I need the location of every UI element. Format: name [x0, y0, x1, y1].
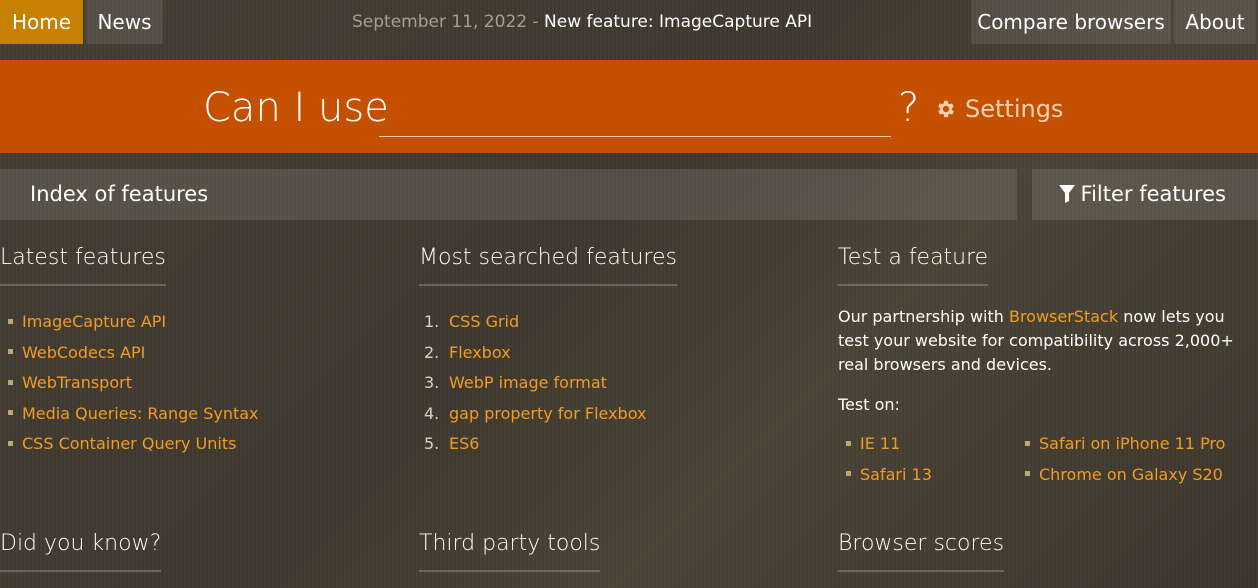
rank-number: 3. [424, 373, 440, 392]
bullet-icon [8, 318, 13, 324]
nav-news[interactable]: News [86, 0, 163, 44]
announcement-separator: - [532, 12, 539, 32]
feature-link[interactable]: WebTransport [22, 373, 132, 392]
list-item: Media Queries: Range Syntax [0, 399, 259, 430]
rank-number: 5. [424, 434, 440, 453]
settings-button[interactable]: Settings [935, 95, 1063, 123]
nav-home[interactable]: Home [0, 0, 83, 44]
settings-label: Settings [965, 95, 1064, 123]
rank-number: 1. [424, 312, 440, 331]
test-browsers-right: Safari on iPhone 11 Pro Chrome on Galaxy… [1017, 429, 1225, 490]
list-item: 3. WebP image format [424, 368, 646, 399]
partnership-text-before: Our partnership with [838, 307, 1009, 326]
latest-features-heading: Latest features [0, 245, 166, 286]
feature-link[interactable]: ImageCapture API [22, 312, 166, 331]
most-searched-list: 1. CSS Grid 2. Flexbox 3. WebP image format… [424, 307, 646, 460]
list-item: Chrome on Galaxy S20 [1017, 460, 1225, 491]
list-item: CSS Container Query Units [0, 429, 259, 460]
bullet-icon [1025, 440, 1030, 446]
list-item: WebTransport [0, 368, 259, 399]
test-browsers-left: IE 11 Safari 13 [838, 429, 932, 490]
nav-about[interactable]: About [1174, 0, 1256, 44]
list-item: 2. Flexbox [424, 338, 646, 369]
list-item: WebCodecs API [0, 338, 259, 369]
top-nav: Home News September 11, 2022 - New featu… [0, 0, 1258, 44]
list-item: Safari 13 [838, 460, 932, 491]
most-searched-heading: Most searched features [419, 245, 677, 286]
announcement-date: September 11, 2022 [352, 12, 528, 32]
test-on-label: Test on: [838, 395, 900, 414]
bullet-icon [8, 379, 13, 385]
index-of-features[interactable]: Index of features [0, 169, 1017, 220]
bullet-icon [8, 440, 13, 446]
latest-features-list: ImageCapture API WebCodecs API WebTransp… [0, 307, 259, 460]
bullet-icon [8, 410, 13, 415]
filter-label: Filter features [1080, 182, 1226, 206]
feature-link[interactable]: gap property for Flexbox [449, 404, 646, 423]
list-item: 1. CSS Grid [424, 307, 646, 338]
did-you-know-heading: Did you know? [0, 531, 162, 572]
feature-link[interactable]: WebP image format [449, 373, 607, 392]
announcement-feature[interactable]: New feature: ImageCapture API [544, 12, 812, 32]
browser-test-link[interactable]: Safari on iPhone 11 Pro [1039, 434, 1225, 453]
feature-link[interactable]: CSS Container Query Units [22, 434, 236, 453]
partnership-text: Our partnership with BrowserStack now le… [838, 305, 1248, 377]
feature-link[interactable]: ES6 [449, 434, 479, 453]
rank-number: 2. [424, 342, 440, 362]
bullet-icon [846, 471, 851, 476]
list-item: 5. ES6 [424, 429, 646, 460]
list-item: Safari on iPhone 11 Pro [1017, 429, 1225, 460]
index-title: Index of features [30, 182, 209, 206]
feature-link[interactable]: CSS Grid [449, 312, 519, 331]
search-prefix: Can I use [203, 85, 389, 131]
list-item: IE 11 [838, 429, 932, 460]
nav-compare-browsers[interactable]: Compare browsers [971, 0, 1171, 44]
browser-test-link[interactable]: IE 11 [860, 434, 900, 453]
browser-test-link[interactable]: Safari 13 [860, 465, 932, 484]
search-suffix: ? [898, 85, 920, 131]
feature-link[interactable]: WebCodecs API [22, 343, 145, 362]
test-feature-heading: Test a feature [838, 245, 989, 286]
browser-scores-heading: Browser scores [838, 531, 1005, 572]
bullet-icon [846, 440, 851, 446]
feature-link[interactable]: Media Queries: Range Syntax [22, 404, 259, 423]
filter-features-button[interactable]: Filter features [1032, 169, 1258, 220]
bullet-icon [1025, 471, 1030, 476]
rank-number: 4. [424, 403, 440, 423]
gear-icon [938, 100, 954, 118]
bullet-icon [8, 349, 13, 354]
list-item: 4. gap property for Flexbox [424, 399, 646, 430]
feature-link[interactable]: Flexbox [449, 343, 511, 362]
search-input[interactable] [379, 86, 891, 137]
list-item: ImageCapture API [0, 307, 259, 338]
browser-test-link[interactable]: Chrome on Galaxy S20 [1039, 465, 1223, 484]
filter-icon [1058, 185, 1075, 203]
announcement[interactable]: September 11, 2022 - New feature: ImageC… [352, 0, 812, 44]
browserstack-link[interactable]: BrowserStack [1009, 307, 1118, 326]
third-party-tools-heading: Third party tools [419, 531, 601, 572]
